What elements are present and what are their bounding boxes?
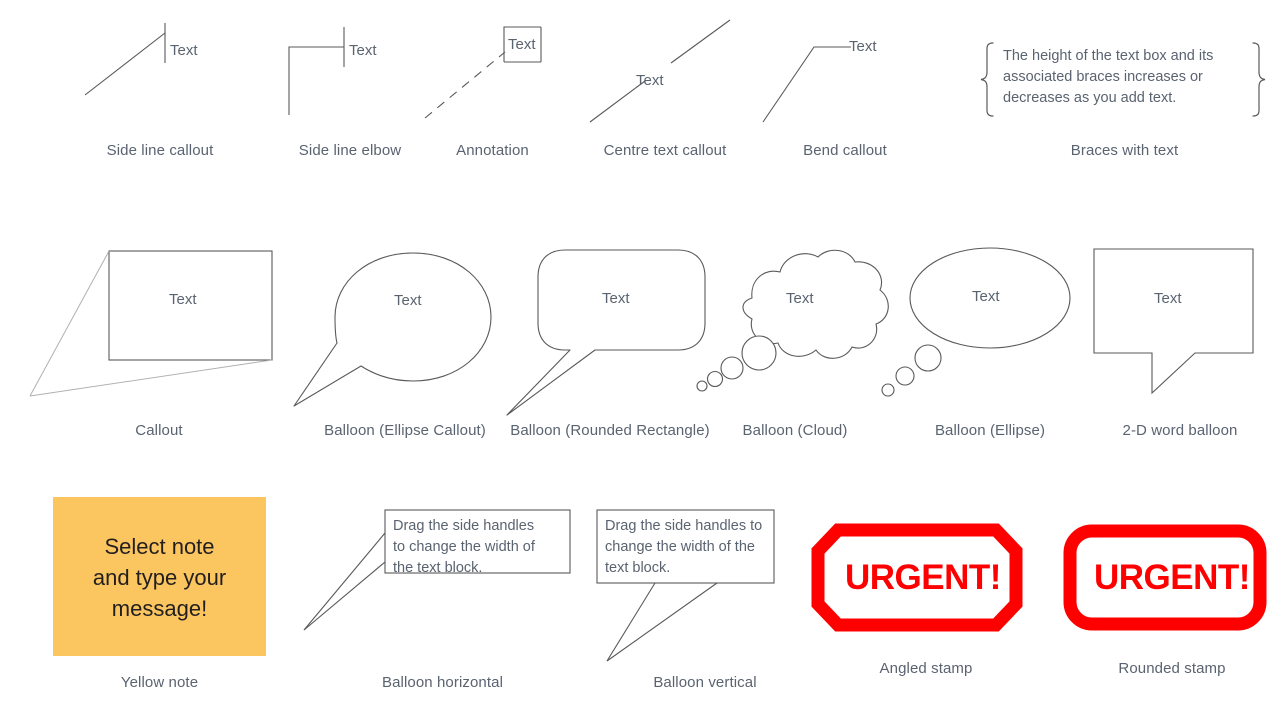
balloon-vertical-text: Drag the side handles to change the widt… [605, 516, 773, 579]
yellow-note-body[interactable]: Select note and type your message! [53, 497, 266, 656]
caption-balloon-horizontal: Balloon horizontal [381, 674, 504, 691]
balloon-ellipse-callout-text: Text [394, 292, 422, 309]
braces-with-text-body: The height of the text box and its assoc… [1003, 48, 1214, 106]
shape-rounded-stamp[interactable]: URGENT! Rounded stamp [1062, 520, 1282, 700]
shape-balloon-vertical[interactable]: Drag the side handles to change the widt… [580, 497, 830, 697]
caption-balloon-cloud: Balloon (Cloud) [742, 422, 848, 439]
shape-centre-text-callout[interactable]: Text Centre text callout [570, 10, 760, 170]
caption-balloon-vertical: Balloon vertical [653, 674, 757, 691]
shape-balloon-cloud[interactable]: Text Balloon (Cloud) [690, 240, 900, 450]
caption-balloon-ellipse-callout: Balloon (Ellipse Callout) [324, 422, 486, 439]
shape-bend-callout[interactable]: Text Bend callout [750, 10, 940, 170]
balloon-ellipse-art [881, 247, 1071, 397]
caption-braces-with-text: Braces with text [1070, 142, 1179, 159]
bend-callout-art [762, 46, 851, 123]
caption-two-d-word-balloon: 2-D word balloon [1122, 422, 1238, 439]
yellow-note-text: Select note and type your message! [53, 531, 266, 624]
shape-side-line-callout[interactable]: Text Side line callout [60, 10, 260, 170]
shape-balloon-ellipse[interactable]: Text Balloon (Ellipse) [880, 240, 1100, 450]
balloon-cloud-text: Text [786, 290, 814, 307]
yellow-note-line-2: and type your [92, 565, 227, 590]
annotation-text: Text [508, 36, 536, 53]
shape-angled-stamp[interactable]: URGENT! Angled stamp [811, 520, 1040, 700]
centre-text-callout-text: Text [636, 72, 664, 89]
caption-centre-text-callout: Centre text callout [603, 142, 727, 159]
balloon-ellipse-text: Text [972, 288, 1000, 305]
shape-braces-with-text[interactable]: The height of the text box and its assoc… [962, 10, 1287, 170]
balloon-cloud-art [696, 249, 889, 392]
side-line-callout-text: Text [170, 42, 198, 59]
shape-balloon-ellipse-callout[interactable]: Text Balloon (Ellipse Callout) [290, 240, 520, 450]
balloon-rounded-rectangle-text: Text [602, 290, 630, 307]
shape-balloon-horizontal[interactable]: Drag the side handles to change the widt… [295, 497, 590, 697]
side-line-elbow-text: Text [349, 42, 377, 59]
callout-art [29, 250, 273, 397]
shape-yellow-note[interactable]: Select note and type your message! Yello… [53, 497, 266, 697]
balloon-vertical-line-3: text block. [605, 560, 671, 576]
caption-bend-callout: Bend callout [803, 142, 887, 159]
balloon-horizontal-line-2: to change the width of [393, 539, 535, 555]
caption-balloon-ellipse: Balloon (Ellipse) [934, 422, 1046, 439]
rounded-stamp-text: URGENT! [1094, 558, 1250, 597]
angled-stamp-text: URGENT! [845, 558, 1001, 597]
caption-rounded-stamp: Rounded stamp [1118, 660, 1226, 677]
two-d-word-balloon-text: Text [1154, 290, 1182, 307]
balloon-vertical-line-1: Drag the side handles to [605, 518, 763, 534]
centre-text-callout-art [589, 19, 731, 123]
balloon-ellipse-callout-art [293, 252, 492, 407]
annotation-art [424, 26, 542, 119]
caption-yellow-note: Yellow note [120, 674, 199, 691]
caption-angled-stamp: Angled stamp [879, 660, 973, 677]
callout-text: Text [169, 291, 197, 308]
caption-side-line-callout: Side line callout [106, 142, 214, 159]
shape-annotation[interactable]: Text Annotation [400, 10, 585, 170]
two-d-word-balloon-art [1093, 248, 1254, 395]
caption-callout: Callout [135, 422, 183, 439]
balloon-horizontal-text: Drag the side handles to change the widt… [393, 516, 565, 579]
caption-annotation: Annotation [456, 142, 529, 159]
shape-callout[interactable]: Text Callout [18, 240, 300, 450]
yellow-note-line-1: Select note [104, 534, 215, 559]
balloon-horizontal-line-3: the text block. [393, 560, 483, 576]
callouts-stencil-canvas: Text Side line callout Text Side line el… [0, 0, 1287, 725]
balloon-vertical-line-2: change the width of the [605, 539, 755, 555]
yellow-note-line-3: message! [111, 596, 208, 621]
balloon-horizontal-line-1: Drag the side handles [393, 518, 535, 534]
bend-callout-text: Text [849, 38, 877, 55]
shape-two-d-word-balloon[interactable]: Text 2-D word balloon [1080, 240, 1280, 450]
side-line-callout-art [84, 23, 166, 96]
